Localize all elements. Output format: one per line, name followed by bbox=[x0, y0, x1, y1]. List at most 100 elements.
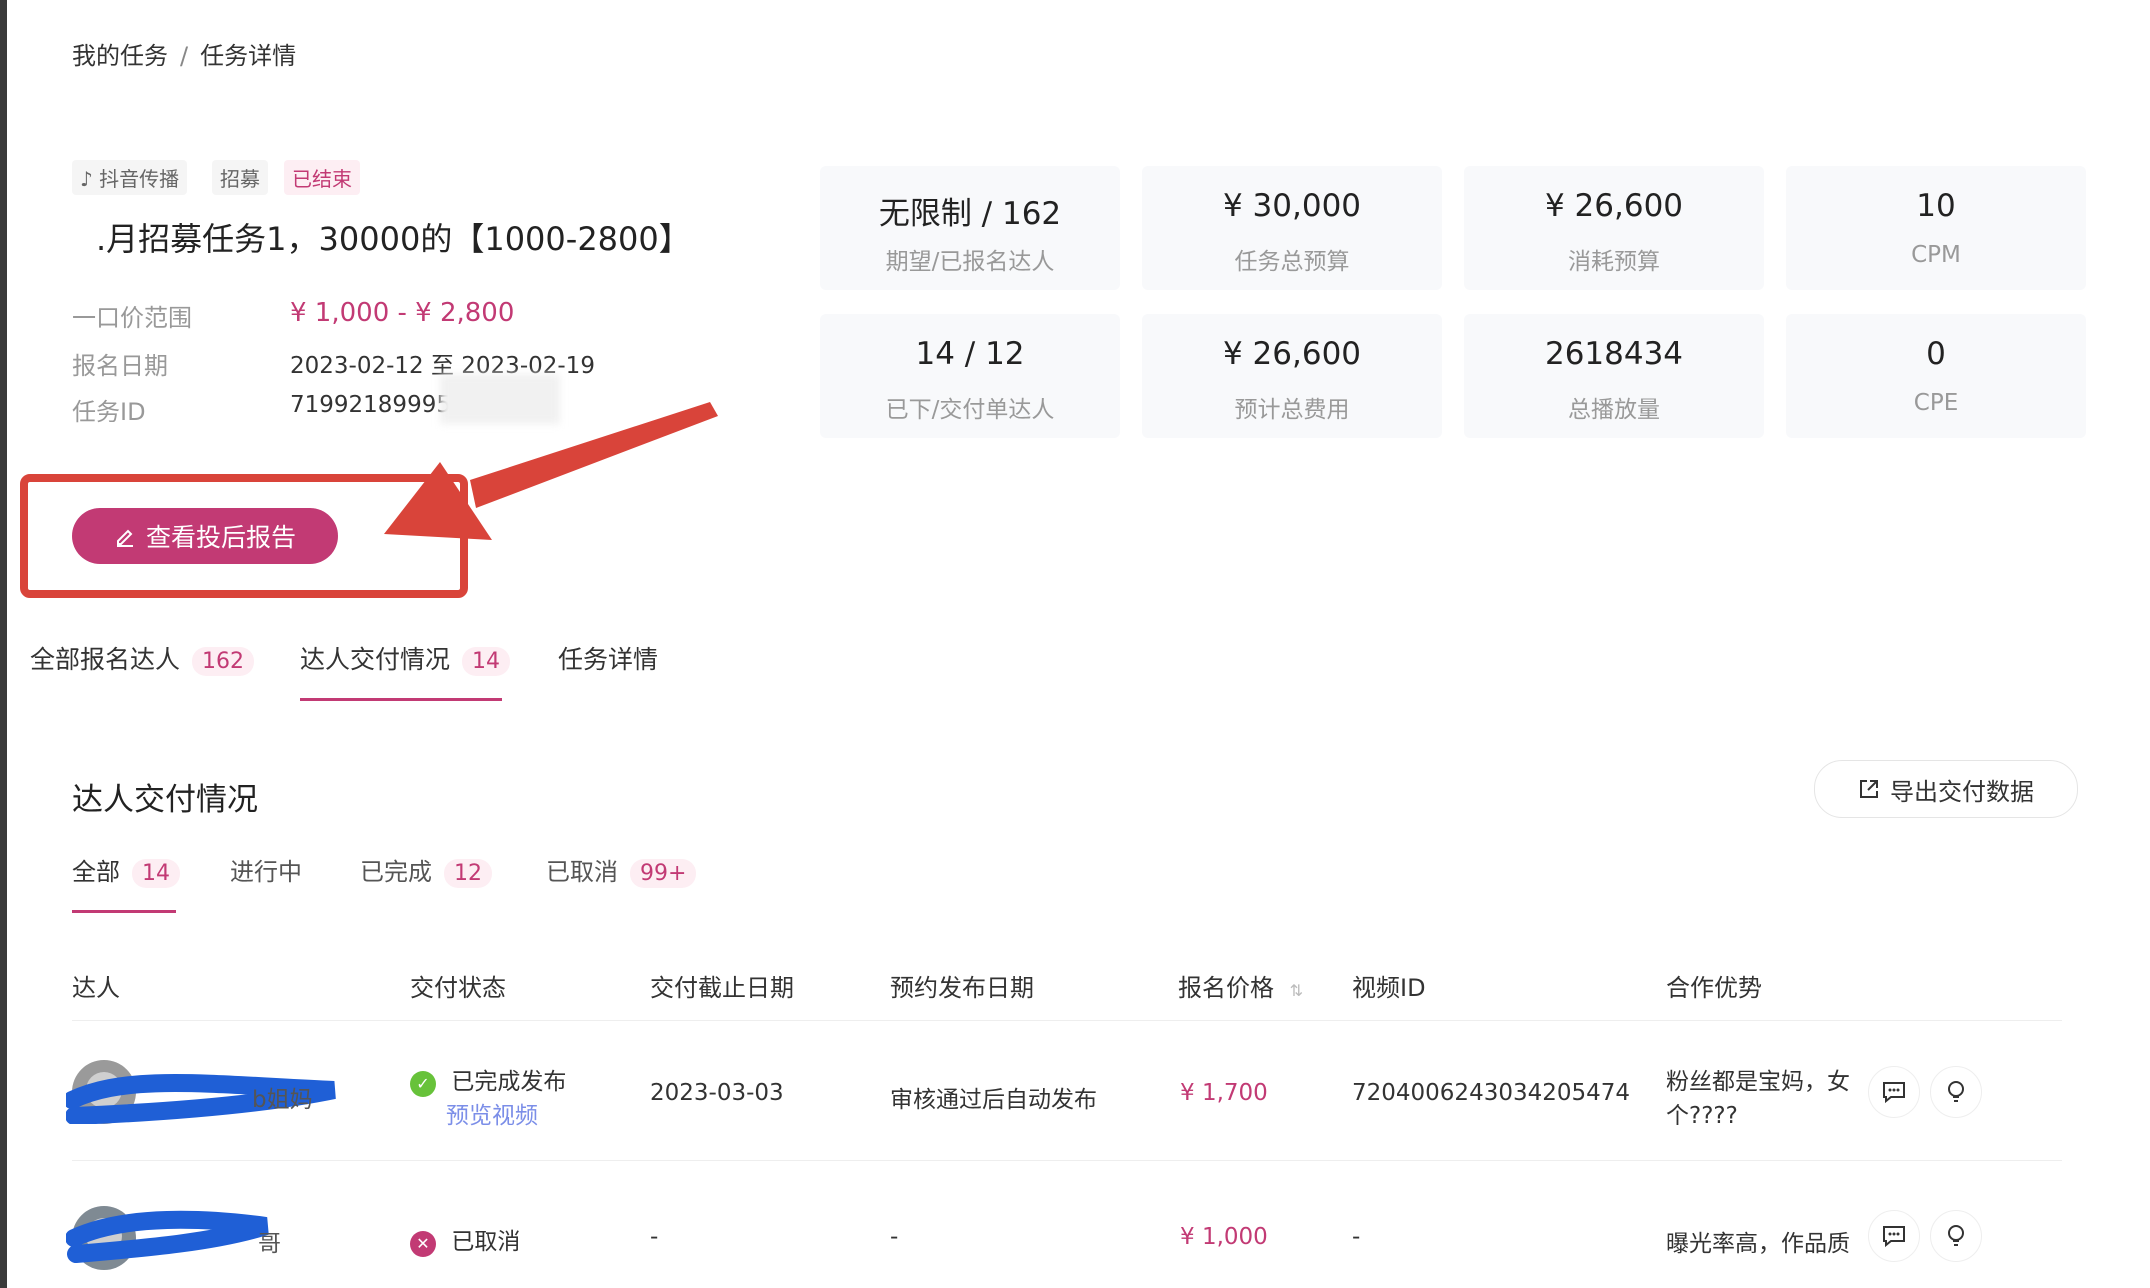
bulb-icon bbox=[1948, 1081, 1964, 1102]
tab-badge: 14 bbox=[462, 647, 511, 676]
price: ¥ 1,700 bbox=[1180, 1080, 1268, 1106]
section-title: 达人交付情况 bbox=[72, 782, 258, 818]
influencer-name[interactable]: 哥 bbox=[258, 1224, 281, 1258]
tips-button[interactable] bbox=[1930, 1210, 1982, 1262]
type-tag: 招募 bbox=[212, 160, 268, 195]
tab-badge: 162 bbox=[192, 647, 255, 676]
subtab-completed[interactable]: 已完成 12 bbox=[360, 852, 492, 888]
subtab-badge: 99+ bbox=[630, 859, 697, 888]
publish-date: 审核通过后自动发布 bbox=[890, 1087, 1097, 1113]
subtab-in-progress[interactable]: 进行中 bbox=[230, 852, 302, 887]
stat-value: 2618434 bbox=[1544, 336, 1684, 372]
stat-card-budget: ¥ 30,000 任务总预算 bbox=[1142, 166, 1442, 290]
advantage-text: 粉丝都是宝妈，女 bbox=[1666, 1069, 1850, 1095]
delivery-status: ✓ 已完成发布 bbox=[410, 1062, 566, 1097]
stat-value: ¥ 26,600 bbox=[1544, 188, 1684, 224]
tab-label: 达人交付情况 bbox=[300, 645, 451, 674]
delivery-status: ✕ 已取消 bbox=[410, 1222, 520, 1257]
close-icon: ✕ bbox=[410, 1230, 436, 1257]
status-label: 已取消 bbox=[451, 1229, 521, 1255]
active-subtab-indicator bbox=[72, 910, 176, 913]
stat-card-orders: 14 / 12 已下/交付单达人 bbox=[820, 314, 1120, 438]
column-header-deadline: 交付截止日期 bbox=[650, 974, 794, 1002]
header-divider bbox=[72, 1020, 2062, 1021]
stat-value: ¥ 30,000 bbox=[1222, 188, 1362, 224]
breadcrumb-separator: / bbox=[180, 42, 189, 70]
price-range-value: ¥ 1,000 - ¥ 2,800 bbox=[290, 298, 515, 328]
subtab-badge: 12 bbox=[444, 859, 492, 888]
breadcrumb-parent[interactable]: 我的任务 bbox=[72, 42, 168, 70]
subtab-cancelled[interactable]: 已取消 99+ bbox=[546, 852, 697, 888]
price-header-label: 报名价格 bbox=[1178, 974, 1274, 1002]
task-id-label: 任务ID bbox=[72, 398, 146, 426]
chat-button[interactable] bbox=[1868, 1210, 1920, 1262]
export-label: 导出交付数据 bbox=[1890, 777, 2034, 806]
tiktok-icon: ♪ bbox=[80, 167, 93, 191]
tab-label: 全部报名达人 bbox=[30, 645, 181, 674]
stat-card-expected: 无限制 / 162 期望/已报名达人 bbox=[820, 166, 1120, 290]
chat-icon bbox=[1883, 1226, 1905, 1248]
view-report-label: 查看投后报告 bbox=[145, 523, 296, 552]
column-header-video-id: 视频ID bbox=[1352, 974, 1426, 1002]
video-id: - bbox=[1352, 1224, 1361, 1250]
subtab-label: 已完成 bbox=[360, 858, 432, 886]
stat-label: CPE bbox=[1913, 390, 1959, 416]
stat-label: 总播放量 bbox=[1568, 397, 1660, 423]
subtab-label: 已取消 bbox=[546, 858, 618, 886]
tab-all-applicants[interactable]: 全部报名达人 162 bbox=[30, 640, 255, 676]
tab-delivery-status[interactable]: 达人交付情况 14 bbox=[300, 640, 511, 676]
preview-video-link[interactable]: 预览视频 bbox=[446, 1096, 538, 1130]
tips-button[interactable] bbox=[1930, 1066, 1982, 1118]
subtab-badge: 14 bbox=[132, 859, 180, 888]
window-edge bbox=[0, 0, 7, 1288]
stat-label: CPM bbox=[1911, 242, 1961, 268]
column-header-publish-date: 预约发布日期 bbox=[890, 974, 1034, 1002]
publish-date: - bbox=[890, 1224, 899, 1250]
influencer-name[interactable]: b姐妈 bbox=[252, 1080, 313, 1114]
deadline: 2023-03-03 bbox=[650, 1080, 784, 1106]
platform-tag: ♪ 抖音传播 bbox=[72, 160, 188, 195]
stat-card-cpm: 10 CPM bbox=[1786, 166, 2086, 290]
video-id: 7204006243034205474 bbox=[1352, 1080, 1631, 1106]
stat-label: 已下/交付单达人 bbox=[885, 397, 1055, 423]
column-header-price[interactable]: 报名价格 ⇅ bbox=[1178, 968, 1303, 1003]
stat-value: 0 bbox=[1926, 336, 1946, 372]
redaction-scribble bbox=[66, 1210, 269, 1263]
price: ¥ 1,000 bbox=[1180, 1224, 1268, 1250]
stat-label: 期望/已报名达人 bbox=[885, 249, 1055, 275]
sort-icon[interactable]: ⇅ bbox=[1290, 981, 1303, 1000]
breadcrumb-current: 任务详情 bbox=[200, 42, 297, 70]
stat-value: 14 / 12 bbox=[915, 336, 1025, 372]
subtab-all[interactable]: 全部 14 bbox=[72, 852, 180, 888]
export-delivery-button[interactable]: 导出交付数据 bbox=[1814, 760, 2078, 818]
stat-label: 消耗预算 bbox=[1568, 249, 1660, 275]
row-divider bbox=[72, 1160, 2062, 1161]
platform-tag-label: 抖音传播 bbox=[99, 167, 180, 191]
deadline: - bbox=[650, 1224, 659, 1250]
stat-label: 预计总费用 bbox=[1234, 397, 1350, 423]
status-tag: 已结束 bbox=[284, 160, 360, 195]
stat-card-estimated-cost: ¥ 26,600 预计总费用 bbox=[1142, 314, 1442, 438]
subtab-label: 全部 bbox=[72, 858, 120, 886]
column-header-advantage: 合作优势 bbox=[1666, 974, 1762, 1002]
signup-date-label: 报名日期 bbox=[72, 352, 168, 380]
stat-card-consumed: ¥ 26,600 消耗预算 bbox=[1464, 166, 1764, 290]
bulb-icon bbox=[1948, 1225, 1964, 1246]
stat-card-cpe: 0 CPE bbox=[1786, 314, 2086, 438]
breadcrumb: 我的任务 / 任务详情 bbox=[72, 36, 296, 71]
stat-value: ¥ 26,600 bbox=[1222, 336, 1362, 372]
chat-button[interactable] bbox=[1868, 1066, 1920, 1118]
annotation-arrow bbox=[384, 402, 718, 540]
stat-value: 无限制 / 162 bbox=[878, 196, 1062, 232]
task-title: .月招募任务1，30000的【1000-2800】 bbox=[96, 220, 691, 258]
stat-value: 10 bbox=[1916, 188, 1956, 224]
stat-card-plays: 2618434 总播放量 bbox=[1464, 314, 1764, 438]
column-header-influencer: 达人 bbox=[72, 974, 120, 1002]
view-report-button[interactable]: 查看投后报告 bbox=[72, 508, 338, 564]
tab-task-details[interactable]: 任务详情 bbox=[558, 640, 658, 676]
column-header-status: 交付状态 bbox=[410, 974, 506, 1002]
advantage-text: 曝光率高，作品质 bbox=[1666, 1231, 1850, 1257]
edit-icon bbox=[116, 529, 133, 547]
status-label: 已完成发布 bbox=[451, 1069, 567, 1095]
export-icon bbox=[1860, 780, 1878, 798]
